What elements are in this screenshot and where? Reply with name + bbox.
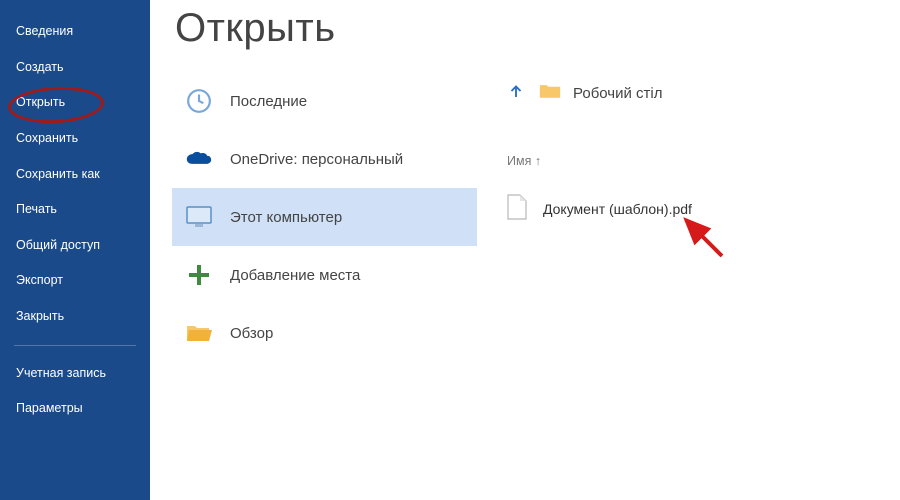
file-item[interactable]: Документ (шаблон).pdf	[507, 190, 692, 227]
sidebar-item-save-as[interactable]: Сохранить как	[0, 157, 150, 193]
location-label[interactable]: Робочий стіл	[573, 85, 663, 102]
backstage-sidebar: Сведения Создать Открыть Сохранить Сохра…	[0, 0, 150, 500]
source-label: Этот компьютер	[230, 209, 342, 226]
sidebar-item-share[interactable]: Общий доступ	[0, 228, 150, 264]
sidebar-item-new[interactable]: Создать	[0, 50, 150, 86]
sidebar-item-label: Создать	[16, 60, 64, 74]
file-browser-panel: Робочий стіл Имя ↑ Документ (шаблон).pdf	[477, 4, 692, 490]
sidebar-item-label: Сохранить как	[16, 167, 100, 181]
sidebar-divider	[14, 345, 136, 346]
sidebar-item-label: Параметры	[16, 401, 83, 415]
sidebar-item-label: Общий доступ	[16, 238, 100, 252]
folder-icon	[539, 82, 561, 104]
sidebar-item-info[interactable]: Сведения	[0, 14, 150, 50]
sidebar-item-label: Экспорт	[16, 273, 63, 287]
sidebar-item-print[interactable]: Печать	[0, 192, 150, 228]
sidebar-item-save[interactable]: Сохранить	[0, 121, 150, 157]
sidebar-item-label: Закрыть	[16, 309, 64, 323]
up-arrow-icon[interactable]	[507, 82, 525, 104]
sidebar-item-account[interactable]: Учетная запись	[0, 356, 150, 392]
sidebar-item-label: Печать	[16, 202, 57, 216]
file-name: Документ (шаблон).pdf	[543, 201, 692, 217]
sidebar-item-options[interactable]: Параметры	[0, 391, 150, 427]
sidebar-item-label: Открыть	[16, 95, 65, 109]
plus-icon	[186, 262, 212, 288]
main-panel: Последние OneDrive: персональный Этот ко…	[150, 0, 900, 500]
sidebar-item-label: Учетная запись	[16, 366, 106, 380]
computer-icon	[186, 204, 212, 230]
source-label: Добавление места	[230, 267, 360, 284]
source-onedrive[interactable]: OneDrive: персональный	[172, 130, 477, 188]
column-header-name[interactable]: Имя ↑	[507, 154, 692, 174]
open-sources-list: Последние OneDrive: персональный Этот ко…	[172, 4, 477, 490]
sidebar-item-label: Сведения	[16, 24, 73, 38]
sidebar-item-export[interactable]: Экспорт	[0, 263, 150, 299]
source-add-place[interactable]: Добавление места	[172, 246, 477, 304]
folder-open-icon	[186, 320, 212, 346]
sidebar-item-open[interactable]: Открыть	[0, 85, 150, 121]
clock-icon	[186, 88, 212, 114]
source-label: Последние	[230, 93, 307, 110]
source-label: OneDrive: персональный	[230, 151, 403, 168]
sidebar-item-label: Сохранить	[16, 131, 78, 145]
onedrive-icon	[186, 146, 212, 172]
document-icon	[507, 194, 527, 223]
source-recent[interactable]: Последние	[172, 72, 477, 130]
sidebar-item-close[interactable]: Закрыть	[0, 299, 150, 335]
source-this-pc[interactable]: Этот компьютер	[172, 188, 477, 246]
source-browse[interactable]: Обзор	[172, 304, 477, 362]
location-bar: Робочий стіл	[507, 82, 692, 104]
page-title: Открыть	[175, 6, 336, 51]
source-label: Обзор	[230, 325, 273, 342]
